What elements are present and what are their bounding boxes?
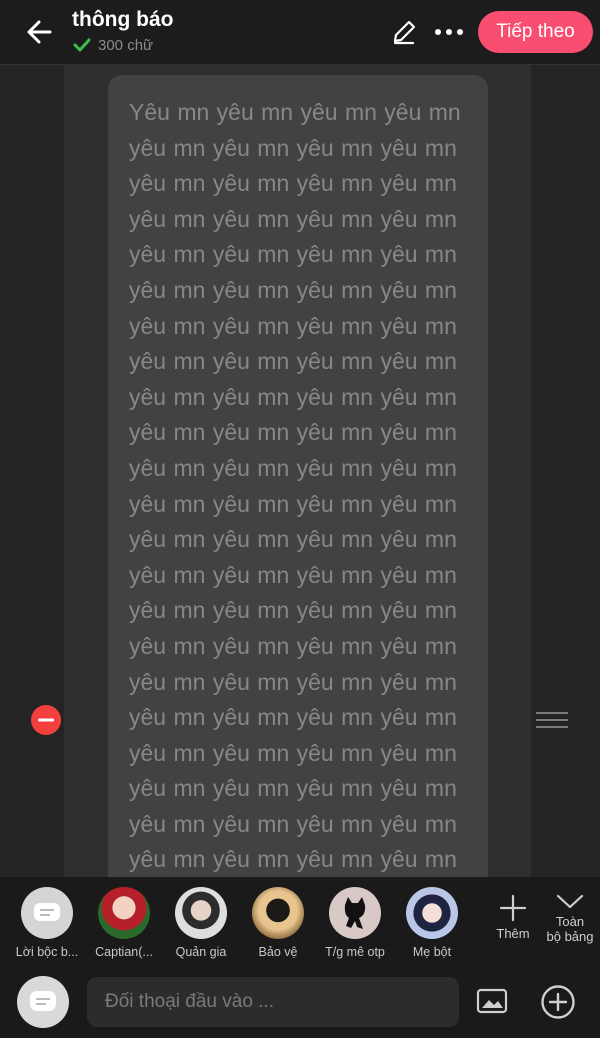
input-row: Đối thoại đầu vào ... (0, 973, 600, 1033)
next-button[interactable]: Tiếp theo (478, 11, 593, 53)
character-captian[interactable]: Captian(... (87, 887, 161, 959)
delete-minus-icon[interactable] (30, 704, 62, 736)
character-label: Lời bộc b... (15, 945, 79, 959)
more-options-icon[interactable] (432, 18, 466, 46)
avatar (406, 887, 458, 939)
character-label: Quản gia (175, 945, 227, 959)
card-text: Yêu mn yêu mn yêu mn yêu mn yêu mn yêu m… (129, 99, 461, 873)
avatar (252, 887, 304, 939)
avatar (98, 887, 150, 939)
character-label: Captian(... (95, 945, 153, 959)
black-cat-icon (344, 897, 366, 929)
chat-bubble-icon (30, 991, 56, 1011)
bottom-panel: Lời bộc b... Captian(... Quản gia Bảo vệ… (0, 877, 600, 1038)
character-narrator[interactable]: Lời bộc b... (10, 887, 84, 959)
top-bar: thông báo 300 chữ Tiếp theo (0, 0, 600, 65)
chat-bubble-icon (34, 903, 60, 921)
narrator-toggle-button[interactable] (17, 976, 69, 1028)
avatar (21, 887, 73, 939)
back-arrow-icon[interactable] (22, 14, 58, 50)
character-quan-gia[interactable]: Quản gia (164, 887, 238, 959)
character-label: Bảo vệ (258, 945, 298, 959)
full-board-label-2: bộ bảng (546, 929, 594, 944)
add-character-button[interactable]: Thêm (490, 893, 536, 941)
avatar (329, 887, 381, 939)
character-me-bot[interactable]: Mẹ bột (395, 887, 469, 959)
check-icon (73, 38, 91, 52)
add-label: Thêm (496, 926, 530, 941)
dialogue-input[interactable]: Đối thoại đầu vào ... (87, 977, 459, 1027)
text-card[interactable]: Yêu mn yêu mn yêu mn yêu mn yêu mn yêu m… (108, 75, 488, 877)
full-board-label-1: Toàn (555, 914, 585, 929)
add-circle-icon[interactable] (540, 984, 576, 1020)
drag-handle-icon[interactable] (535, 710, 569, 730)
character-label: Mẹ bột (412, 945, 452, 959)
page-title: thông báo (72, 8, 174, 31)
character-bao-ve[interactable]: Bảo vệ (241, 887, 315, 959)
character-bar: Lời bộc b... Captian(... Quản gia Bảo vệ… (0, 877, 600, 967)
avatar (175, 887, 227, 939)
full-board-button[interactable]: Toàn bộ bảng (542, 891, 598, 944)
plus-icon (499, 894, 527, 922)
image-icon[interactable] (476, 987, 508, 1015)
character-label: T/g mê otp (325, 945, 385, 959)
chevron-down-icon (556, 894, 584, 909)
word-count-label: 300 chữ (98, 36, 154, 54)
pencil-icon[interactable] (390, 18, 418, 46)
character-tg-me-otp[interactable]: T/g mê otp (318, 887, 392, 959)
word-count: 300 chữ (72, 36, 153, 54)
